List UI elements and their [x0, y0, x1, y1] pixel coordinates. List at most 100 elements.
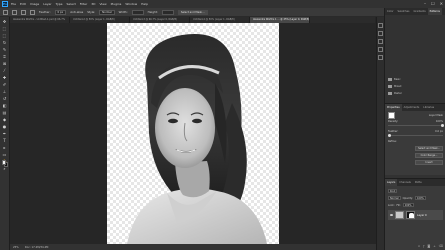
- menu-image[interactable]: Image: [30, 2, 39, 6]
- opacity-input[interactable]: 100%: [414, 195, 426, 201]
- refine-label: Refine:: [388, 140, 397, 143]
- tab-channels[interactable]: Channels: [397, 179, 413, 186]
- tab-adjustments[interactable]: Adjustments: [402, 104, 422, 111]
- layer-name[interactable]: Layer 0: [417, 214, 427, 217]
- add-selection-icon[interactable]: [30, 9, 35, 15]
- menu-type[interactable]: Type: [56, 2, 63, 6]
- menu-select[interactable]: Select: [67, 2, 76, 6]
- antialias-checkbox[interactable]: Anti-alias: [70, 10, 83, 14]
- close-button[interactable]: ✕: [440, 1, 443, 6]
- history-brush-tool-icon[interactable]: ↺: [2, 96, 8, 102]
- tab-layers[interactable]: Layers: [385, 179, 398, 186]
- visibility-eye-icon[interactable]: [390, 214, 393, 216]
- pattern-groups: Basic Mixed Pastel: [385, 15, 445, 100]
- add-mask-icon[interactable]: ◙: [427, 244, 430, 249]
- color-range-button[interactable]: Color Range...: [415, 153, 443, 158]
- menu-3d[interactable]: 3D: [91, 2, 95, 6]
- maximize-button[interactable]: ☐: [431, 1, 435, 6]
- layer-row[interactable]: Layer 0: [388, 210, 443, 220]
- foreground-color-swatch[interactable]: [1, 160, 6, 165]
- menu-bar: Ps File Edit Image Layer Type Select Fil…: [0, 0, 445, 8]
- feather-input[interactable]: 0 px: [54, 9, 67, 15]
- density-slider[interactable]: [388, 123, 444, 127]
- photoshop-logo: Ps: [2, 1, 8, 7]
- eraser-tool-icon[interactable]: ◧: [2, 103, 8, 109]
- pen-tool-icon[interactable]: ✒: [2, 131, 8, 137]
- tab-color[interactable]: Color: [385, 8, 396, 15]
- mask-thumbnail: [388, 112, 395, 119]
- path-select-tool-icon[interactable]: ▸: [2, 145, 8, 151]
- group-row[interactable]: Mixed: [388, 84, 442, 89]
- info-icon[interactable]: [378, 55, 383, 60]
- brush-tool-icon[interactable]: ✐: [2, 82, 8, 88]
- new-selection-icon[interactable]: [21, 9, 26, 15]
- feather-slider[interactable]: [388, 133, 443, 137]
- group-label: Basic: [394, 78, 401, 81]
- menu-edit[interactable]: Edit: [20, 2, 26, 6]
- marquee-tool-icon[interactable]: [12, 9, 17, 15]
- delete-layer-icon[interactable]: ⌫: [439, 244, 443, 249]
- move-tool-icon[interactable]: ✥: [2, 19, 8, 25]
- minimize-button[interactable]: –: [424, 1, 426, 6]
- marquee-tool-icon[interactable]: ⬚: [2, 33, 8, 39]
- clone-stamp-tool-icon[interactable]: ⊥: [2, 89, 8, 95]
- dodge-tool-icon[interactable]: ●: [2, 124, 8, 130]
- link-layers-icon[interactable]: ∞: [418, 244, 421, 249]
- invert-button[interactable]: Invert: [415, 160, 443, 165]
- slider-thumb[interactable]: [441, 123, 444, 127]
- eyedropper-tool-icon[interactable]: ⁄: [2, 68, 8, 74]
- width-input[interactable]: [131, 9, 144, 15]
- tab-paths[interactable]: Paths: [413, 179, 424, 186]
- gradient-tool-icon[interactable]: ▤: [2, 110, 8, 116]
- quick-select-tool-icon[interactable]: ✎: [2, 47, 8, 53]
- rectangle-tool-icon[interactable]: ▭: [2, 152, 8, 158]
- style-select[interactable]: Normal: [99, 9, 115, 15]
- kind-filter[interactable]: Kind: [388, 188, 398, 194]
- crop-tool-icon[interactable]: ⌗: [2, 54, 8, 60]
- fx-icon[interactable]: ƒ: [423, 244, 424, 249]
- menu-help[interactable]: Help: [141, 2, 148, 6]
- tab-patterns[interactable]: Patterns: [427, 8, 442, 15]
- feather-value[interactable]: 0.0 px: [435, 130, 443, 133]
- select-and-mask-button[interactable]: Select and Mask...: [177, 9, 208, 15]
- layer-mask-thumbnail[interactable]: [406, 211, 415, 219]
- portrait-photo: [127, 33, 267, 244]
- menu-filter[interactable]: Filter: [80, 2, 87, 6]
- menu-layer[interactable]: Layer: [43, 2, 51, 6]
- fill-input[interactable]: 100%: [402, 202, 414, 208]
- properties-panel: Properties Adjustments Libraries Layer M…: [385, 103, 445, 175]
- menu-file[interactable]: File: [11, 2, 16, 6]
- blend-mode-select[interactable]: Normal: [388, 195, 401, 201]
- zoom-tool-icon[interactable]: ⌕: [2, 166, 8, 172]
- tab-properties[interactable]: Properties: [385, 104, 402, 111]
- tab-swatches[interactable]: Swatches: [396, 8, 412, 15]
- layers-tabs: Layers Channels Paths: [385, 179, 445, 186]
- new-layer-icon[interactable]: +: [433, 244, 436, 249]
- slider-thumb[interactable]: [388, 133, 391, 137]
- menu-view[interactable]: View: [99, 2, 106, 6]
- document-canvas[interactable]: [107, 23, 279, 244]
- blur-tool-icon[interactable]: ◆: [2, 117, 8, 123]
- density-value[interactable]: 100%: [436, 120, 443, 123]
- artboard-tool-icon[interactable]: ⬚: [2, 26, 8, 32]
- tab-libraries[interactable]: Libraries: [421, 104, 436, 111]
- history-icon[interactable]: [378, 23, 383, 28]
- group-row[interactable]: Basic: [388, 77, 442, 82]
- frame-tool-icon[interactable]: ⊠: [2, 61, 8, 67]
- group-label: Mixed: [394, 85, 402, 88]
- menu-window[interactable]: Window: [125, 2, 137, 6]
- select-and-mask-button[interactable]: Select and Mask...: [415, 146, 443, 151]
- character-icon[interactable]: [378, 39, 383, 44]
- menu-plugins[interactable]: Plugins: [111, 2, 122, 6]
- brush-settings-icon[interactable]: [378, 31, 383, 36]
- canvas-area[interactable]: [10, 23, 376, 244]
- height-input[interactable]: [161, 9, 174, 15]
- paragraph-icon[interactable]: [378, 47, 383, 52]
- lasso-tool-icon[interactable]: ↻: [2, 40, 8, 46]
- healing-brush-tool-icon[interactable]: ✚: [2, 75, 8, 81]
- zoom-level[interactable]: 25%: [13, 246, 19, 249]
- group-row[interactable]: Pastel: [388, 91, 442, 96]
- type-tool-icon[interactable]: T: [2, 138, 8, 144]
- home-icon[interactable]: [3, 9, 8, 15]
- tab-gradients[interactable]: Gradients: [411, 8, 427, 15]
